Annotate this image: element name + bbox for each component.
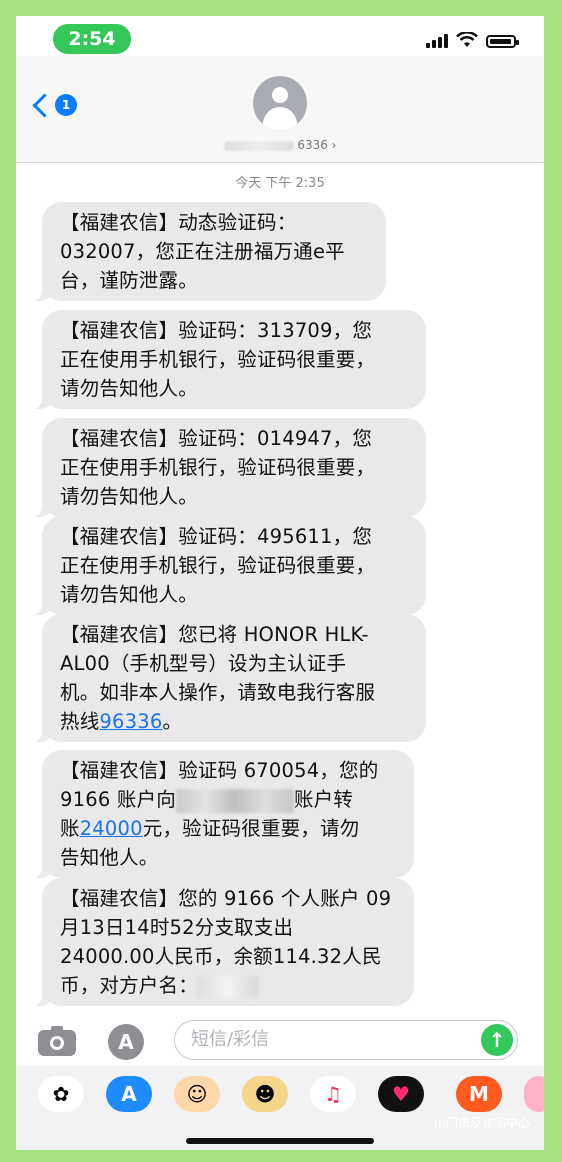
message-line: 【福建农信】验证码：313709，您 (60, 319, 373, 342)
message-line: 币，对方户名： (60, 971, 396, 1000)
digital-touch-icon[interactable]: ♥ (378, 1076, 424, 1112)
message-bubble[interactable]: 【福建农信】动态验证码： 032007，您正在注册福万通e平 台，谨防泄露。 (30, 202, 386, 301)
message-line: 【福建农信】您的 9166 个人账户 09 (60, 887, 392, 910)
contact-name[interactable]: 6336 › (216, 138, 344, 152)
redacted-account (175, 788, 294, 813)
animoji-monkey-icon[interactable]: ☻ (242, 1076, 288, 1112)
message-bubble[interactable]: 【福建农信】验证码：313709，您 正在使用手机银行，验证码很重要， 请勿告知… (30, 310, 426, 409)
message-bubble[interactable]: 【福建农信】验证码 670054，您的 9166 账户向 账户转 账24000元，… (30, 750, 414, 878)
redacted-name (197, 975, 258, 998)
wifi-icon (456, 32, 478, 47)
unread-badge: 1 (55, 94, 77, 116)
message-line: AL00（手机型号）设为主认证手 (60, 652, 347, 675)
message-bubble[interactable]: 【福建农信】验证码：495611，您 正在使用手机银行，验证码很重要， 请勿告知… (30, 516, 426, 615)
home-indicator[interactable] (186, 1138, 374, 1144)
more-app-icon[interactable] (524, 1076, 544, 1112)
music-app-icon[interactable]: ♫ (310, 1076, 356, 1112)
watermark: 山门市反诈骗中心 (433, 1116, 530, 1130)
compose-bar: A 短信/彩信 ↑ (16, 1016, 544, 1066)
camera-icon[interactable] (38, 1026, 76, 1056)
chevron-left-icon (32, 92, 57, 118)
cellular-signal-icon (426, 34, 448, 48)
amount-link[interactable]: 24000 (80, 817, 143, 840)
message-line: 【福建农信】验证码：014947，您 (60, 427, 373, 450)
phone-screen: 2:54 1 6336 › 今天 下午 2:35 【福建农信】动态验证码： 03… (16, 16, 544, 1150)
message-line: 【福建农信】您已将 HONOR HLK- (60, 623, 369, 646)
message-line: 24000.00人民币，余额114.32人民 (60, 945, 382, 968)
message-line: 月13日14时52分支取支出 (60, 916, 294, 939)
message-line: 台，谨防泄露。 (60, 269, 198, 292)
imessage-app-tray: ✿ A ☺ ☻ ♫ ♥ M 山门市反诈骗中心 (16, 1066, 544, 1150)
status-icons (426, 32, 519, 48)
status-time[interactable]: 2:54 (53, 24, 131, 54)
message-bubble[interactable]: 【福建农信】您的 9166 个人账户 09 月13日14时52分支取支出 240… (30, 878, 414, 1006)
contact-avatar[interactable] (253, 76, 307, 130)
message-bubble[interactable]: 【福建农信】验证码：014947，您 正在使用手机银行，验证码很重要， 请勿告知… (30, 418, 426, 517)
message-line: 正在使用手机银行，验证码很重要， (60, 348, 376, 371)
conversation-header: 1 6336 › (16, 56, 544, 163)
message-line: 热线96336。 (60, 710, 183, 733)
message-line: 【福建农信】验证码 670054，您的 (60, 759, 379, 782)
send-button[interactable]: ↑ (481, 1024, 513, 1056)
video-app-icon[interactable]: M (456, 1076, 502, 1112)
message-line: 请勿告知他人。 (60, 485, 198, 508)
contact-suffix: 6336 › (297, 138, 337, 152)
app-store-app-icon[interactable]: A (106, 1076, 152, 1112)
message-input[interactable]: 短信/彩信 ↑ (174, 1020, 518, 1060)
message-line: 请勿告知他人。 (60, 583, 198, 606)
back-button[interactable]: 1 (30, 92, 77, 118)
battery-icon (486, 35, 519, 48)
message-line: 告知他人。 (60, 846, 159, 869)
photos-app-icon[interactable]: ✿ (38, 1076, 84, 1112)
message-line: 9166 账户向 账户转 (60, 788, 354, 813)
message-line: 请勿告知他人。 (60, 377, 198, 400)
message-line: 机。如非本人操作，请致电我行客服 (60, 681, 376, 704)
redacted-contact (223, 140, 294, 151)
app-store-icon[interactable]: A (108, 1024, 144, 1060)
message-line: 账24000元，验证码很重要，请勿 (60, 817, 360, 840)
memoji-app-icon[interactable]: ☺ (174, 1076, 220, 1112)
phone-number-link[interactable]: 96336 (99, 710, 162, 733)
message-line: 032007，您正在注册福万通e平 (60, 240, 345, 263)
message-line: 【福建农信】动态验证码： (60, 211, 297, 234)
message-bubble[interactable]: 【福建农信】您已将 HONOR HLK- AL00（手机型号）设为主认证手 机。… (30, 614, 426, 742)
message-placeholder: 短信/彩信 (191, 1029, 270, 1050)
message-line: 【福建农信】验证码：495611，您 (60, 525, 373, 548)
message-timestamp: 今天 下午 2:35 (235, 176, 325, 191)
message-line: 正在使用手机银行，验证码很重要， (60, 456, 376, 479)
message-line: 正在使用手机银行，验证码很重要， (60, 554, 376, 577)
